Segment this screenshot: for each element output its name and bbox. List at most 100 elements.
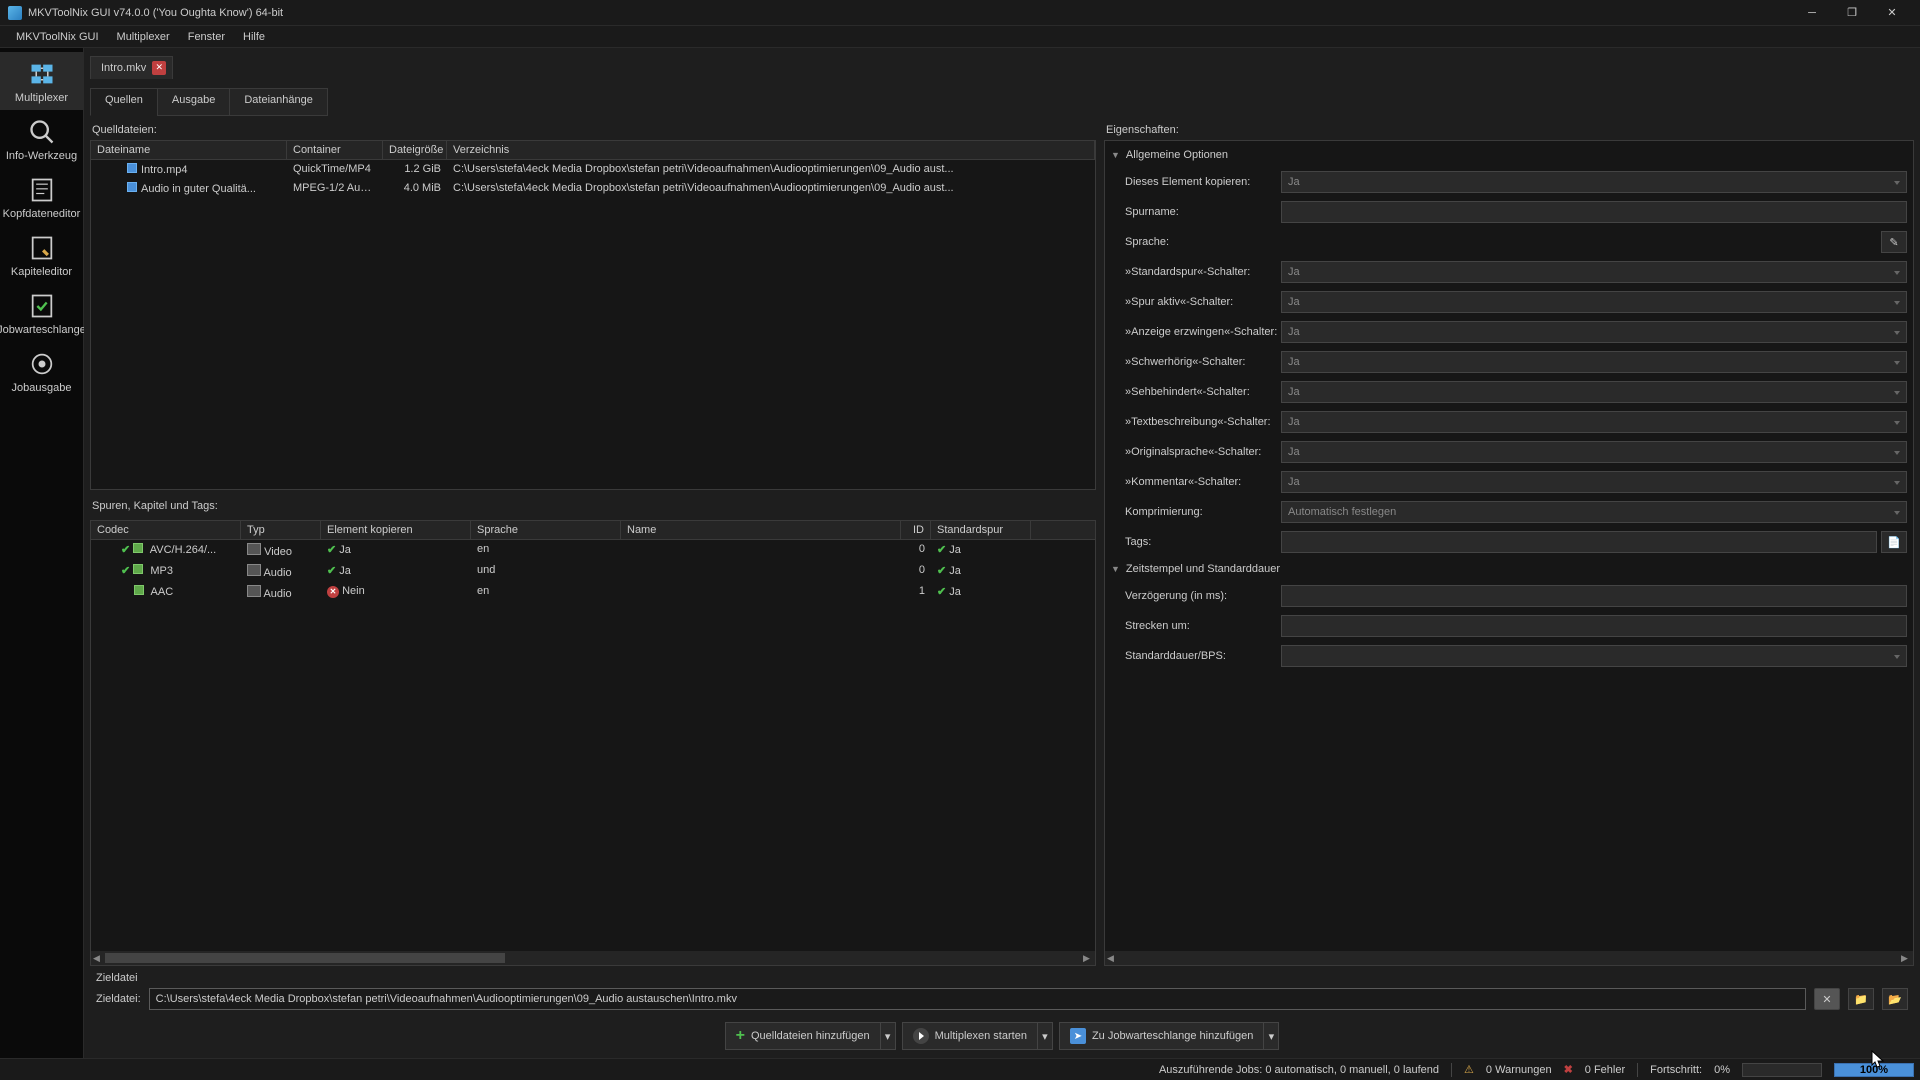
table-row[interactable]: ✔ MP3 Audio✔ Jaund0✔ Ja — [91, 561, 1095, 582]
target-file-input[interactable] — [149, 988, 1806, 1010]
scroll-thumb[interactable] — [105, 953, 505, 963]
add-source-button[interactable]: + Quelldateien hinzufügen — [725, 1022, 881, 1050]
clear-target-button[interactable]: ✕ — [1814, 988, 1840, 1010]
browse-target-button[interactable]: 📁 — [1848, 988, 1874, 1010]
target-section-label: Zieldatei — [96, 972, 1908, 984]
sidebar-item-job-output[interactable]: Jobausgabe — [0, 342, 83, 400]
menu-mkvtoolnix[interactable]: MKVToolNix GUI — [8, 29, 107, 45]
sidebar-item-multiplexer[interactable]: Multiplexer — [0, 52, 83, 110]
warning-icon: ⚠ — [1464, 1063, 1474, 1076]
table-row[interactable]: Intro.mp4 QuickTime/MP4 1.2 GiB C:\Users… — [91, 160, 1095, 179]
section-timestamps[interactable]: ▼ Zeitstempel und Standarddauer — [1111, 559, 1907, 579]
add-queue-dropdown[interactable]: ▾ — [1263, 1022, 1279, 1050]
menu-help[interactable]: Hilfe — [235, 29, 273, 45]
file-tab-label: Intro.mkv — [101, 62, 146, 74]
scroll-right-icon[interactable]: ▶ — [1083, 953, 1093, 964]
file-tab[interactable]: Intro.mkv ✕ — [90, 56, 173, 79]
tracks-table[interactable]: Codec Typ Element kopieren Sprache Name … — [90, 520, 1096, 966]
scroll-left-icon[interactable]: ◀ — [1107, 953, 1117, 964]
col-directory[interactable]: Verzeichnis — [447, 141, 1095, 159]
sidebar-label: Multiplexer — [15, 92, 68, 104]
recent-target-button[interactable]: 📂 — [1882, 988, 1908, 1010]
tracks-header: Codec Typ Element kopieren Sprache Name … — [91, 521, 1095, 540]
sidebar-item-job-queue[interactable]: Jobwarteschlange — [0, 284, 83, 342]
col-language[interactable]: Sprache — [471, 521, 621, 539]
table-row[interactable]: ✔ AVC/H.264/... Video✔ Jaen0✔ Ja — [91, 540, 1095, 561]
property-row: »Originalsprache«-Schalter:Ja — [1125, 439, 1907, 465]
col-default[interactable]: Standardspur — [931, 521, 1031, 539]
table-row[interactable]: AAC Audio✕ Neinen1✔ Ja — [91, 582, 1095, 603]
track-icon — [134, 585, 144, 595]
menu-window[interactable]: Fenster — [180, 29, 233, 45]
col-container[interactable]: Container — [287, 141, 383, 159]
check-icon: ✔ — [327, 544, 336, 556]
add-source-dropdown[interactable]: ▾ — [880, 1022, 896, 1050]
col-type[interactable]: Typ — [241, 521, 321, 539]
add-queue-button[interactable]: ➤ Zu Jobwarteschlange hinzufügen — [1059, 1022, 1264, 1050]
start-mux-button[interactable]: Multiplexen starten — [902, 1022, 1038, 1050]
scroll-right-icon[interactable]: ▶ — [1901, 953, 1911, 964]
collapse-icon: ▼ — [1111, 564, 1120, 574]
properties-label: Eigenschaften: — [1104, 120, 1914, 140]
property-row: »Textbeschreibung«-Schalter:Ja — [1125, 409, 1907, 435]
header-editor-icon — [26, 174, 58, 206]
property-input[interactable] — [1281, 615, 1907, 637]
property-combo[interactable]: Ja — [1281, 471, 1907, 493]
property-label: »Sehbehindert«-Schalter: — [1125, 386, 1281, 398]
tab-sources[interactable]: Quellen — [90, 88, 158, 116]
menubar: MKVToolNix GUI Multiplexer Fenster Hilfe — [0, 26, 1920, 48]
property-input[interactable] — [1281, 201, 1907, 223]
property-row: Strecken um: — [1125, 613, 1907, 639]
start-mux-dropdown[interactable]: ▾ — [1037, 1022, 1053, 1050]
tab-attachments[interactable]: Dateianhänge — [229, 88, 328, 116]
maximize-button[interactable]: ❐ — [1832, 2, 1872, 24]
col-copy[interactable]: Element kopieren — [321, 521, 471, 539]
col-id[interactable]: ID — [901, 521, 931, 539]
sidebar-label: Kapiteleditor — [11, 266, 72, 278]
property-combo[interactable]: Ja — [1281, 381, 1907, 403]
property-row: »Schwerhörig«-Schalter:Ja — [1125, 349, 1907, 375]
table-row[interactable]: Audio in guter Qualitä... MPEG-1/2 Audi.… — [91, 179, 1095, 198]
sidebar-item-chapter-editor[interactable]: Kapiteleditor — [0, 226, 83, 284]
property-combo[interactable]: Ja — [1281, 291, 1907, 313]
progress-percent: 0% — [1714, 1064, 1730, 1076]
target-label: Zieldatei: — [96, 993, 141, 1005]
sidebar-item-info[interactable]: Info-Werkzeug — [0, 110, 83, 168]
section-general[interactable]: ▼ Allgemeine Optionen — [1111, 145, 1907, 165]
horizontal-scrollbar[interactable]: ◀ ▶ — [91, 951, 1095, 965]
target-file-section: Zieldatei Zieldatei: ✕ 📁 📂 — [90, 966, 1914, 1014]
col-codec[interactable]: Codec — [91, 521, 241, 539]
tab-output[interactable]: Ausgabe — [157, 88, 230, 116]
property-combo[interactable]: Ja — [1281, 351, 1907, 373]
browse-tags-button[interactable]: 📄 — [1881, 531, 1907, 553]
sidebar-item-header-editor[interactable]: Kopfdateneditor — [0, 168, 83, 226]
property-combo[interactable]: Automatisch festlegen — [1281, 501, 1907, 523]
col-name[interactable]: Name — [621, 521, 901, 539]
property-input[interactable] — [1281, 531, 1877, 553]
property-label: Tags: — [1125, 536, 1281, 548]
menu-multiplexer[interactable]: Multiplexer — [109, 29, 178, 45]
property-combo[interactable]: Ja — [1281, 261, 1907, 283]
check-icon: ✔ — [937, 544, 946, 556]
property-combo[interactable]: Ja — [1281, 171, 1907, 193]
property-combo[interactable] — [1281, 645, 1907, 667]
property-combo[interactable]: Ja — [1281, 441, 1907, 463]
status-errors[interactable]: 0 Fehler — [1585, 1064, 1625, 1076]
property-combo[interactable]: Ja — [1281, 411, 1907, 433]
progress-label: Fortschritt: — [1650, 1064, 1702, 1076]
col-filename[interactable]: Dateiname — [91, 141, 287, 159]
status-warnings[interactable]: 0 Warnungen — [1486, 1064, 1552, 1076]
col-size[interactable]: Dateigröße — [383, 141, 447, 159]
close-tab-icon[interactable]: ✕ — [152, 61, 166, 75]
property-label: Spurname: — [1125, 206, 1281, 218]
statusbar: Auszuführende Jobs: 0 automatisch, 0 man… — [0, 1058, 1920, 1080]
property-combo[interactable]: Ja — [1281, 321, 1907, 343]
property-input[interactable] — [1281, 585, 1907, 607]
edit-language-button[interactable]: ✎ — [1881, 231, 1907, 253]
scroll-left-icon[interactable]: ◀ — [93, 953, 103, 964]
close-button[interactable]: ✕ — [1872, 2, 1912, 24]
source-files-table[interactable]: Dateiname Container Dateigröße Verzeichn… — [90, 140, 1096, 490]
minimize-button[interactable]: ─ — [1792, 2, 1832, 24]
horizontal-scrollbar[interactable]: ◀ ▶ — [1105, 951, 1913, 965]
folder-star-icon: 📂 — [1888, 993, 1902, 1006]
